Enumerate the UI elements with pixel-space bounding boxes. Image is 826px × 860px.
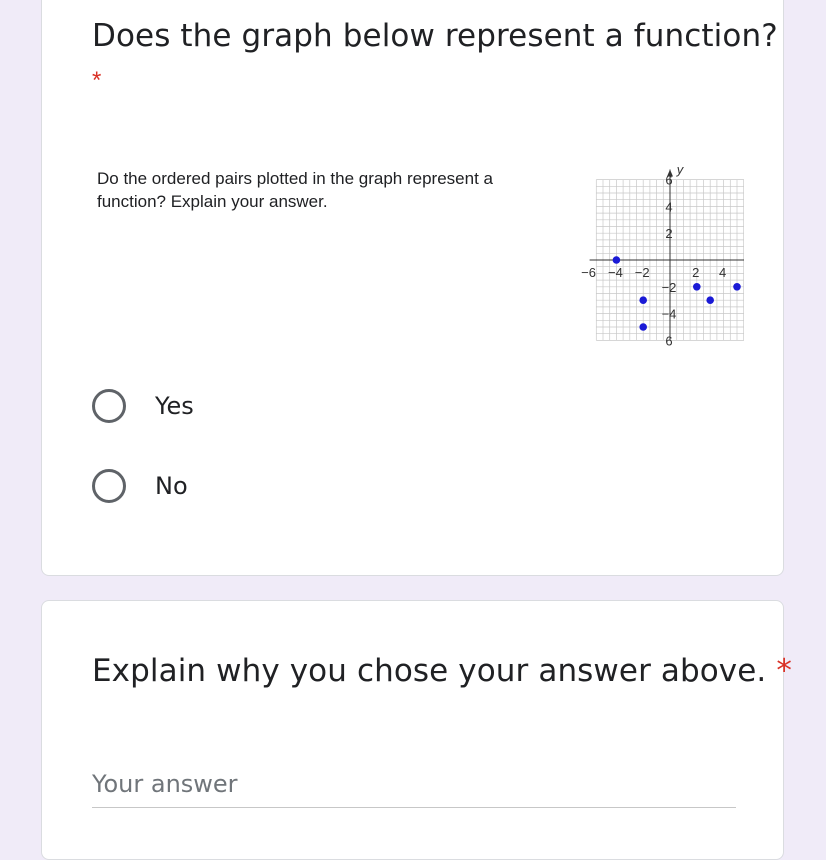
y-tick-label: −2 — [662, 280, 677, 295]
radio-yes[interactable] — [92, 389, 126, 423]
graph-point — [639, 296, 647, 304]
x-tick-label: 2 — [692, 265, 699, 280]
answer-input[interactable] — [92, 761, 736, 808]
option-no[interactable]: No — [92, 466, 392, 506]
x-tick-label: 4 — [719, 265, 726, 280]
y-tick-label: 6 — [665, 333, 672, 348]
x-tick-label: −2 — [635, 265, 650, 280]
question-title: Does the graph below represent a functio… — [92, 18, 778, 54]
graph-point — [733, 283, 741, 291]
x-tick-label: −6 — [581, 265, 596, 280]
graph-point — [612, 256, 621, 264]
y-tick-label: 6 — [665, 173, 672, 188]
required-asterisk-2: * — [776, 653, 792, 689]
option-yes[interactable]: Yes — [92, 386, 392, 426]
radio-no[interactable] — [92, 469, 126, 503]
y-tick-label: 4 — [665, 199, 672, 214]
x-tick-label: −4 — [608, 265, 623, 280]
question-2-text: Explain why you chose your answer above. — [92, 653, 767, 689]
option-yes-label: Yes — [155, 392, 194, 420]
required-asterisk: * — [92, 67, 102, 94]
graph-point — [693, 283, 701, 291]
y-tick-label: −4 — [662, 307, 677, 322]
coordinate-graph: xy−6−4−2246642−2−46 — [581, 162, 744, 348]
question-title-2: Explain why you chose your answer above.… — [92, 653, 792, 689]
option-no-label: No — [155, 472, 188, 500]
graph-point — [706, 296, 714, 304]
y-axis-label: y — [676, 162, 685, 177]
y-tick-label: 2 — [665, 226, 672, 241]
graph-point — [639, 323, 647, 331]
question-description: Do the ordered pairs plotted in the grap… — [97, 169, 493, 211]
question-card-1: Does the graph below represent a functio… — [41, 0, 784, 576]
question-card-2: Explain why you chose your answer above.… — [41, 600, 792, 860]
